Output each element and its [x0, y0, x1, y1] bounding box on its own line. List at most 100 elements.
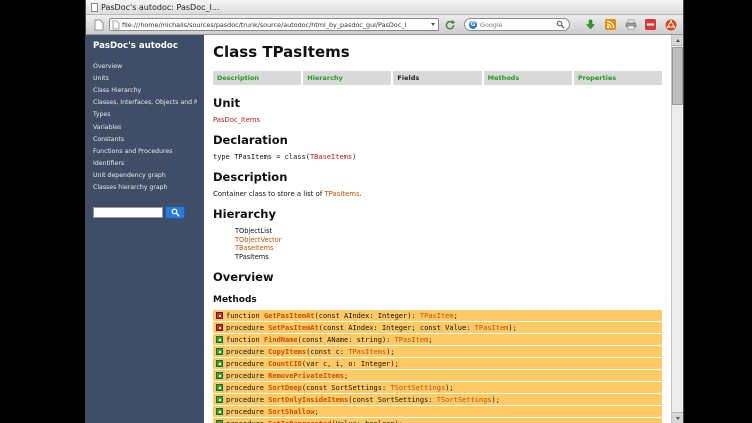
sidebar: PasDoc's autodoc OverviewUnitsClass Hier…: [86, 35, 204, 423]
code-text: procedure: [226, 360, 268, 368]
member-signature: function GetPasItemAt(const AIndex: Inte…: [226, 312, 458, 320]
section-tab-fields: Fields: [393, 71, 481, 85]
printer-icon[interactable]: [623, 17, 638, 32]
url-dropdown-arrow[interactable]: [431, 23, 435, 26]
sidebar-item-identifiers[interactable]: Identifiers: [93, 158, 197, 170]
member-row: function FindName(const AName: string): …: [213, 334, 662, 345]
sidebar-item-types[interactable]: Types: [93, 109, 197, 121]
url-bar[interactable]: file:///home/michalis/sources/pasdoc/tru…: [109, 18, 439, 31]
sidebar-item-constants[interactable]: Constants: [93, 133, 197, 145]
search-bar[interactable]: G Google: [464, 18, 570, 31]
code-link[interactable]: TPasItem: [395, 336, 429, 344]
code-text: );: [445, 384, 453, 392]
code-link[interactable]: TPasItems: [348, 348, 386, 356]
sidebar-item-functions-and-procedures[interactable]: Functions and Procedures: [93, 145, 197, 157]
sidebar-item-variables[interactable]: Variables: [93, 121, 197, 133]
page-icon: [91, 17, 106, 32]
visibility-public-icon: [216, 408, 223, 415]
code-link[interactable]: TSortSettings: [437, 396, 492, 404]
code-text: procedure: [226, 396, 268, 404]
hierarchy-item: TPasItems: [235, 253, 662, 262]
member-row: function GetPasItemAt(const AIndex: Inte…: [213, 310, 662, 321]
code-link[interactable]: GetPasItemAt: [264, 312, 315, 320]
sidebar-search-button[interactable]: [165, 206, 185, 219]
scroll-up-button[interactable]: [672, 35, 683, 46]
code-link[interactable]: FindName: [264, 336, 298, 344]
sidebar-item-class-hierarchy[interactable]: Class Hierarchy: [93, 84, 197, 96]
member-signature: procedure CopyItems(const c: TPasItems);: [226, 348, 395, 356]
code-text: (const AIndex: Integer; const Value:: [319, 324, 475, 332]
download-icon[interactable]: [583, 17, 598, 32]
sidebar-title: PasDoc's autodoc: [93, 41, 197, 51]
scroll-down-button[interactable]: [672, 412, 683, 423]
code-text: procedure: [226, 372, 268, 380]
code-link[interactable]: TPasItems: [324, 190, 359, 198]
sidebar-item-classes-interfaces-objects-and-records[interactable]: Classes, Interfaces, Objects and Records: [93, 97, 197, 109]
sidebar-item-unit-dependency-graph[interactable]: Unit dependency graph: [93, 170, 197, 182]
section-tab-properties[interactable]: Properties: [574, 71, 662, 85]
section-tab-hierarchy[interactable]: Hierarchy: [303, 71, 391, 85]
code-text: );: [492, 396, 500, 404]
code-link[interactable]: TPasItem: [475, 324, 509, 332]
hierarchy-heading: Hierarchy: [213, 207, 662, 221]
addon-icon[interactable]: [643, 17, 658, 32]
sidebar-search-input[interactable]: [93, 207, 163, 218]
code-text: ;: [315, 408, 319, 416]
code-text: (var c, i, o: Integer);: [302, 360, 399, 368]
google-engine-icon[interactable]: G: [469, 21, 477, 29]
code-text: (const AIndex: Integer):: [315, 312, 420, 320]
code-text: (const SortSettings:: [348, 396, 437, 404]
reload-button[interactable]: [442, 17, 457, 32]
hierarchy-list: TObjectListTObjectVectorTBaseItemsTPasIt…: [213, 227, 662, 261]
unit-heading: Unit: [213, 96, 662, 110]
code-link[interactable]: CountCIO: [268, 360, 302, 368]
overview-heading: Overview: [213, 270, 662, 284]
code-text: ;: [344, 372, 348, 380]
sidebar-item-classes-hierarchy-graph[interactable]: Classes hierarchy graph: [93, 182, 197, 194]
browser-toolbar-icons: [583, 17, 678, 32]
code-text: (const SortSettings:: [302, 384, 391, 392]
section-tab-description[interactable]: Description: [213, 71, 301, 85]
rss-icon[interactable]: [603, 17, 618, 32]
code-link[interactable]: TBaseItems: [310, 153, 352, 161]
code-link[interactable]: SortOnlyInsideItems: [268, 396, 348, 404]
member-signature: procedure SetPasItemAt(const AIndex: Int…: [226, 324, 517, 332]
code-link[interactable]: CopyItems: [268, 348, 306, 356]
code-text: function: [226, 312, 264, 320]
code-text: procedure: [226, 408, 268, 416]
window-page-icon: [91, 3, 98, 12]
code-link[interactable]: SortDeep: [268, 384, 302, 392]
visibility-public-icon: [216, 396, 223, 403]
hierarchy-item[interactable]: TBaseItems: [235, 244, 662, 253]
code-text: procedure: [226, 348, 268, 356]
sidebar-item-units[interactable]: Units: [93, 72, 197, 84]
member-row: procedure SortDeep(const SortSettings: T…: [213, 382, 662, 393]
description-text: Container class to store a list of TPasI…: [213, 190, 662, 198]
member-signature: procedure SortDeep(const SortSettings: T…: [226, 384, 454, 392]
search-icon[interactable]: [556, 20, 565, 29]
browser-titlebar: PasDoc's autodoc: PasDoc_I...: [86, 0, 683, 15]
section-tab-methods[interactable]: Methods: [484, 71, 572, 85]
search-icon: [171, 208, 180, 217]
code-link[interactable]: TSortSettings: [390, 384, 445, 392]
code-link[interactable]: SortShallow: [268, 408, 314, 416]
code-text: ;: [428, 336, 432, 344]
code-link[interactable]: RemovePrivateItems: [268, 372, 344, 380]
unit-link[interactable]: PasDoc_Items: [213, 116, 662, 124]
code-text: function: [226, 336, 264, 344]
code-text: procedure: [226, 324, 268, 332]
code-text: type TPasItems = class(: [213, 153, 310, 161]
code-link[interactable]: TPasItem: [420, 312, 454, 320]
ubuntu-logo-icon[interactable]: [663, 17, 678, 32]
methods-heading: Methods: [213, 295, 662, 305]
hierarchy-item[interactable]: TObjectVector: [235, 236, 662, 245]
sidebar-item-overview[interactable]: Overview: [93, 60, 197, 72]
page-title: Class TPasItems: [213, 43, 662, 61]
methods-table: function GetPasItemAt(const AIndex: Inte…: [213, 310, 662, 423]
member-row: procedure CountCIO(var c, i, o: Integer)…: [213, 358, 662, 369]
scrollbar-thumb[interactable]: [672, 47, 683, 105]
code-text: Container class to store a list of: [213, 190, 324, 198]
code-link[interactable]: SetPasItemAt: [268, 324, 319, 332]
scrollbar[interactable]: [671, 35, 683, 423]
code-text: .: [360, 190, 362, 198]
